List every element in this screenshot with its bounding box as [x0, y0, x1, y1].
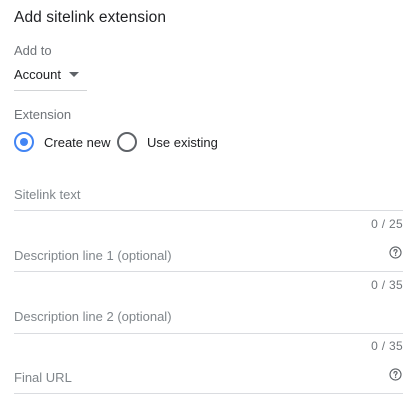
- radio-dot: [20, 138, 28, 146]
- description-line-1-counter: 0 / 35: [371, 278, 403, 292]
- panel-title: Add sitelink extension: [14, 9, 167, 26]
- description-line-1-field[interactable]: Description line 1 (optional) 0 / 35: [14, 245, 403, 297]
- final-url-underline: [14, 393, 403, 394]
- add-to-selected-value: Account: [14, 67, 61, 82]
- create-new-label: Create new: [44, 135, 111, 150]
- sitelink-text-underline: [14, 210, 403, 211]
- use-existing-label: Use existing: [147, 135, 218, 150]
- add-to-label: Add to: [14, 43, 52, 58]
- final-url-placeholder: Final URL: [14, 370, 72, 385]
- create-new-radio[interactable]: Create new: [14, 132, 114, 154]
- sitelink-text-placeholder: Sitelink text: [14, 187, 81, 202]
- description-line-1-placeholder: Description line 1 (optional): [14, 248, 172, 263]
- help-circle-icon[interactable]: [389, 246, 402, 259]
- sitelink-text-counter: 0 / 25: [371, 217, 403, 231]
- description-line-2-underline: [14, 333, 403, 334]
- add-to-dropdown[interactable]: Account: [14, 64, 87, 91]
- help-circle-icon[interactable]: [389, 368, 402, 381]
- add-sitelink-extension-panel: Add sitelink extension Add to Account Ex…: [0, 0, 417, 419]
- radio-checked-icon: [14, 132, 34, 152]
- description-line-2-field[interactable]: Description line 2 (optional) 0 / 35: [14, 308, 403, 358]
- description-line-1-underline: [14, 271, 403, 272]
- description-line-2-counter: 0 / 35: [371, 339, 403, 353]
- description-line-2-placeholder: Description line 2 (optional): [14, 309, 172, 324]
- final-url-field[interactable]: Final URL: [14, 367, 403, 397]
- sitelink-text-field[interactable]: Sitelink text 0 / 25: [14, 186, 403, 236]
- caret-down-icon: [69, 72, 79, 77]
- radio-unchecked-icon: [117, 132, 137, 152]
- use-existing-radio[interactable]: Use existing: [117, 132, 227, 154]
- extension-label: Extension: [14, 107, 72, 122]
